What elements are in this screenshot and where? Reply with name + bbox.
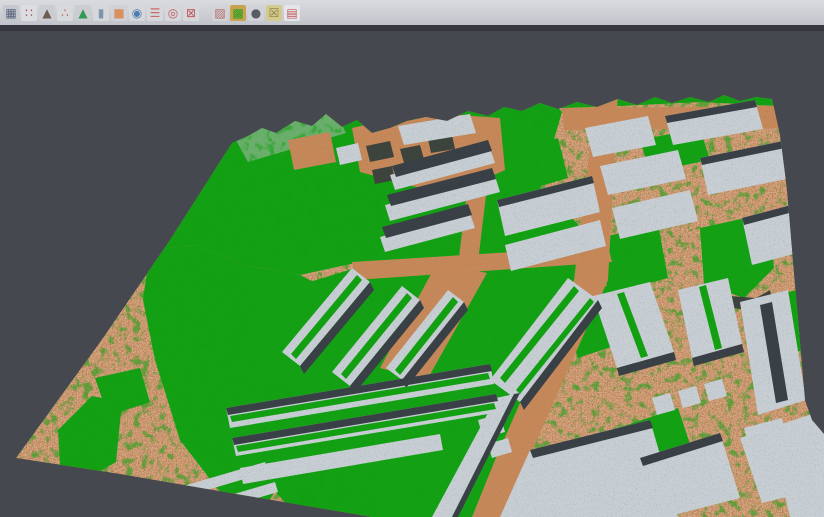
layer-list-glyph: ☰	[150, 7, 161, 19]
snapshot-icon[interactable]: ▤	[284, 5, 300, 21]
circle-pick-glyph: ◎	[168, 7, 178, 19]
raster-grid-icon[interactable]: ▨	[212, 5, 228, 21]
layer-list-icon[interactable]: ☰	[147, 5, 163, 21]
point-pair-align-icon[interactable]: ∷	[21, 5, 37, 21]
main-toolbar: ▦ ∷ ▲ ∴ ▲ ▮ ■ ◉ ☰ ◎ ⊠ ▨ ▩ ● ☒ ▤	[0, 0, 824, 25]
toolbar-divider	[0, 25, 824, 31]
globe-projection-glyph: ◉	[132, 7, 142, 19]
application-window: ▦ ∷ ▲ ∴ ▲ ▮ ■ ◉ ☰ ◎ ⊠ ▨ ▩ ● ☒ ▤	[0, 0, 824, 517]
crop-box-glyph: ⊠	[186, 7, 196, 19]
crop-box-icon[interactable]: ⊠	[183, 5, 199, 21]
snapshot-glyph: ▤	[286, 7, 297, 19]
sphere-render-icon[interactable]: ●	[248, 5, 264, 21]
scatter-points-glyph: ∴	[61, 7, 69, 19]
raster-grid-glyph: ▨	[214, 7, 225, 19]
delete-selection-icon[interactable]: ☒	[266, 5, 282, 21]
sphere-render-glyph: ●	[251, 7, 261, 19]
globe-projection-icon[interactable]: ◉	[129, 5, 145, 21]
classification-colormap-glyph: ▩	[232, 7, 243, 19]
vegetation-class-icon[interactable]: ▲	[75, 5, 91, 21]
cross-section-icon[interactable]: ▮	[93, 5, 109, 21]
ground-class-glyph: ■	[113, 7, 124, 19]
point-cloud-scene	[0, 0, 824, 517]
circle-pick-icon[interactable]: ◎	[165, 5, 181, 21]
terrain-mesh-glyph: ▲	[42, 7, 51, 19]
ground-class-icon[interactable]: ■	[111, 5, 127, 21]
cross-section-glyph: ▮	[98, 7, 105, 19]
point-pair-align-glyph: ∷	[25, 7, 33, 19]
delete-selection-glyph: ☒	[269, 7, 280, 19]
registration-tool-icon[interactable]: ▦	[3, 5, 19, 21]
viewport-3d[interactable]	[0, 0, 824, 517]
vegetation-class-glyph: ▲	[78, 7, 87, 19]
terrain-mesh-icon[interactable]: ▲	[39, 5, 55, 21]
registration-tool-glyph: ▦	[5, 7, 16, 19]
classification-colormap-icon[interactable]: ▩	[230, 5, 246, 21]
scatter-points-icon[interactable]: ∴	[57, 5, 73, 21]
